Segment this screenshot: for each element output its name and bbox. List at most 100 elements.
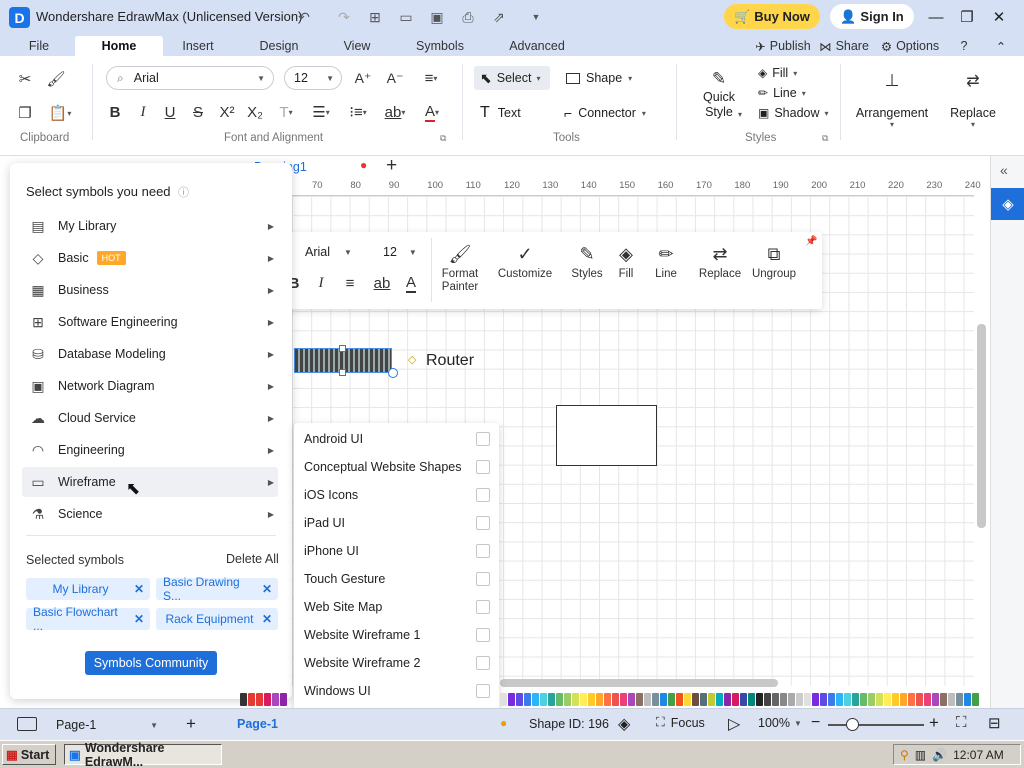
color-swatch[interactable] xyxy=(508,693,515,706)
sign-in-button[interactable]: 👤 Sign In xyxy=(830,4,914,29)
line-button[interactable]: ✏ Line xyxy=(651,240,681,281)
redo-icon[interactable]: ↷ xyxy=(335,8,353,26)
color-swatch[interactable] xyxy=(652,693,659,706)
fill-button[interactable]: ◈ Fill xyxy=(611,240,641,281)
add-page-icon[interactable]: + xyxy=(186,714,196,734)
submenu-item[interactable]: Website Wireframe 1 xyxy=(304,621,490,649)
pin-icon[interactable]: 📌 xyxy=(805,236,817,247)
arrangement-button[interactable]: ⊥ Arrangement ▾ xyxy=(852,70,932,129)
color-swatch[interactable] xyxy=(256,693,263,706)
fit-width-icon[interactable]: ⊟ xyxy=(988,714,1001,732)
horizontal-scrollbar[interactable] xyxy=(500,679,778,687)
share-button[interactable]: ⋈ Share xyxy=(818,36,870,56)
color-swatch[interactable] xyxy=(764,693,771,706)
symbols-community-button[interactable]: Symbols Community xyxy=(85,651,217,675)
increase-font-icon[interactable]: A⁺ xyxy=(352,67,374,89)
page-view-icon[interactable] xyxy=(17,717,37,731)
submenu-item[interactable]: iPhone UI xyxy=(304,537,490,565)
line-spacing-icon[interactable]: ☰ ▾ xyxy=(306,101,336,123)
vertical-scrollbar[interactable] xyxy=(977,324,986,528)
color-swatch[interactable] xyxy=(248,693,255,706)
maximize-icon[interactable]: ❐ xyxy=(956,6,978,28)
zoom-slider-thumb[interactable] xyxy=(846,718,859,731)
color-swatch[interactable] xyxy=(884,693,891,706)
color-swatch[interactable] xyxy=(852,693,859,706)
submenu-item[interactable]: iOS Icons xyxy=(304,481,490,509)
bold-icon[interactable]: B xyxy=(104,101,126,123)
color-swatch[interactable] xyxy=(788,693,795,706)
layers-icon[interactable]: ◈ xyxy=(618,714,630,734)
submenu-item[interactable]: Web Site Map xyxy=(304,593,490,621)
taskbar-app-button[interactable]: ▣ Wondershare EdrawM... xyxy=(64,741,222,768)
format-painter-icon[interactable]: 🖌 xyxy=(45,68,67,90)
color-swatch[interactable] xyxy=(804,693,811,706)
color-swatch[interactable] xyxy=(604,693,611,706)
underline-icon[interactable]: U xyxy=(159,101,181,123)
category-cloud-service[interactable]: ☁ Cloud Service ▶ xyxy=(22,403,278,433)
color-swatch[interactable] xyxy=(924,693,931,706)
checkbox[interactable] xyxy=(476,656,490,670)
color-swatch[interactable] xyxy=(556,693,563,706)
network-tray-icon[interactable]: ▥ xyxy=(915,748,926,762)
checkbox[interactable] xyxy=(476,488,490,502)
search-tray-icon[interactable]: ⚲ xyxy=(900,748,909,762)
connector-tool-button[interactable]: ⌐ Connector ▾ xyxy=(564,101,658,125)
cut-icon[interactable]: ✂ xyxy=(14,68,36,90)
color-swatch[interactable] xyxy=(892,693,899,706)
expand-panel-icon[interactable]: « xyxy=(1000,162,1008,178)
category-software-engineering[interactable]: ⊞ Software Engineering ▶ xyxy=(22,307,278,337)
focus-button[interactable]: ⛶ Focus xyxy=(656,715,705,730)
color-swatch[interactable] xyxy=(564,693,571,706)
color-swatch[interactable] xyxy=(612,693,619,706)
color-swatch[interactable] xyxy=(628,693,635,706)
color-swatch[interactable] xyxy=(516,693,523,706)
submenu-item[interactable]: Android UI xyxy=(304,425,490,453)
color-swatch[interactable] xyxy=(836,693,843,706)
color-swatch[interactable] xyxy=(572,693,579,706)
color-swatch[interactable] xyxy=(940,693,947,706)
export-icon[interactable]: ⇗ xyxy=(490,8,508,26)
color-swatch[interactable] xyxy=(620,693,627,706)
expand-font-icon[interactable]: ⧉ xyxy=(440,133,446,144)
zoom-select[interactable]: 100% ▼ xyxy=(758,716,802,730)
zoom-slider[interactable] xyxy=(828,724,924,726)
checkbox[interactable] xyxy=(476,572,490,586)
collapse-ribbon-icon[interactable]: ⌃ xyxy=(990,36,1012,56)
color-swatch[interactable] xyxy=(732,693,739,706)
color-swatch[interactable] xyxy=(280,693,287,706)
save-icon[interactable]: ▣ xyxy=(428,8,446,26)
color-swatch[interactable] xyxy=(812,693,819,706)
styles-button[interactable]: ✎ Styles xyxy=(567,240,607,281)
color-swatch[interactable] xyxy=(596,693,603,706)
expand-styles-icon[interactable]: ⧉ xyxy=(822,133,828,144)
shadow-button[interactable]: ▣ Shadow ▾ xyxy=(758,106,829,120)
color-swatch[interactable] xyxy=(676,693,683,706)
color-swatch[interactable] xyxy=(684,693,691,706)
color-swatch[interactable] xyxy=(972,693,979,706)
new-file-icon[interactable]: ⊞ xyxy=(366,8,384,26)
tab-view[interactable]: View xyxy=(337,36,377,56)
color-swatch[interactable] xyxy=(828,693,835,706)
tab-advanced[interactable]: Advanced xyxy=(505,36,569,56)
font-color-icon[interactable]: A ▾ xyxy=(418,101,446,123)
color-swatch[interactable] xyxy=(540,693,547,706)
float-align-icon[interactable]: ≡ xyxy=(341,272,359,294)
tab-symbols[interactable]: Symbols xyxy=(410,36,470,56)
replace-shape-button[interactable]: ⇄ Replace xyxy=(697,240,743,281)
copy-icon[interactable]: ❐ xyxy=(14,102,36,124)
color-swatch[interactable] xyxy=(716,693,723,706)
category-basic[interactable]: ◇ Basic HOT ▶ xyxy=(22,243,278,273)
category-wireframe[interactable]: ▭ Wireframe ▶ xyxy=(22,467,278,497)
submenu-item[interactable]: Touch Gesture xyxy=(304,565,490,593)
tab-design[interactable]: Design xyxy=(254,36,304,56)
category-database-modeling[interactable]: ⛁ Database Modeling ▶ xyxy=(22,339,278,369)
remove-chip-icon[interactable]: ✕ xyxy=(134,582,144,596)
chevron-down-icon[interactable]: ▾ xyxy=(738,110,742,119)
line-button[interactable]: ✏ Line ▾ xyxy=(758,86,806,100)
color-swatch[interactable] xyxy=(772,693,779,706)
color-swatch[interactable] xyxy=(692,693,699,706)
fill-panel-icon[interactable]: ◈ xyxy=(991,188,1024,220)
start-button[interactable]: ▦ Start xyxy=(2,744,56,765)
category-my-library[interactable]: ▤ My Library ▶ xyxy=(22,211,278,241)
color-swatch[interactable] xyxy=(756,693,763,706)
